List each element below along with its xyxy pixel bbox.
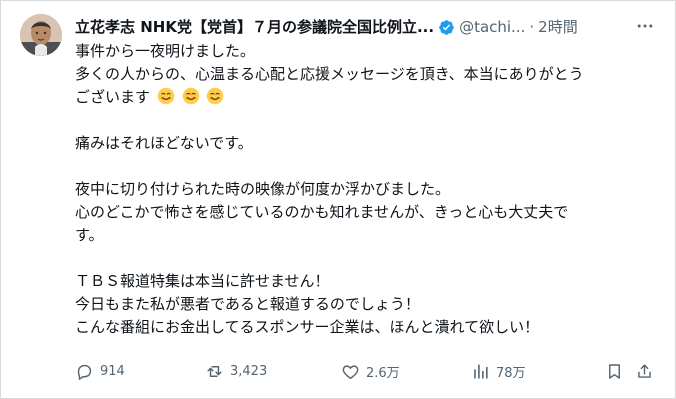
smiling-face-emoji — [157, 87, 175, 105]
tweet-header: 立花孝志 NHK党【党首】７月の参議院全国比例立... @tachi... · … — [75, 15, 665, 39]
display-name[interactable]: 立花孝志 NHK党【党首】７月の参議院全国比例立... — [75, 17, 434, 37]
tweet-line: 痛みはそれほどないです。 — [75, 134, 253, 152]
avatar[interactable] — [20, 14, 62, 56]
tweet-line: 今日もまた私が悪者であると報道するのでしょう！ — [75, 295, 420, 313]
verified-badge-icon — [439, 19, 454, 35]
smiling-face-emoji — [182, 87, 199, 105]
tweet-line: ＴＢＳ報道特集は本当に許せません！ — [75, 272, 330, 290]
tweet-line: 夜中に切り付けられた時の映像が何度か浮かびました。 — [75, 180, 451, 198]
repost-button[interactable]: 3,423 — [205, 359, 267, 383]
repost-count: 3,423 — [230, 363, 268, 379]
tweet-line: こんな番組にお金出してるスポンサー企業は、ほんと潰れて欲しい！ — [75, 318, 540, 336]
bookmark-button[interactable] — [605, 359, 624, 383]
more-button[interactable] — [633, 16, 657, 36]
smiling-face-emoji — [207, 87, 224, 105]
tweet-line: 多くの人からの、心温まる心配と応援メッセージを頂き、本当にありがとう — [75, 65, 584, 83]
bookmark-icon — [609, 363, 620, 379]
like-button[interactable]: 2.6万 — [341, 359, 400, 383]
reply-button[interactable]: 914 — [75, 359, 125, 383]
heart-icon — [342, 364, 359, 379]
reply-count: 914 — [100, 363, 125, 379]
views-chart-icon — [474, 363, 488, 379]
share-icon — [638, 363, 651, 378]
views-button[interactable]: 78万 — [471, 359, 526, 383]
tweet-text: 事件から一夜明けました。 多くの人からの、心温まる心配と応援メッセージを頂き、本… — [75, 40, 659, 339]
separator-dot: · — [529, 18, 535, 36]
tweet-line: 事件から一夜明けました。 — [75, 42, 256, 60]
reply-icon — [77, 364, 92, 380]
like-count: 2.6万 — [366, 365, 400, 381]
tweet-line-with-emojis: ございます — [75, 86, 659, 109]
tweet-card[interactable]: 立花孝志 NHK党【党首】７月の参議院全国比例立... @tachi... · … — [0, 0, 676, 399]
timestamp[interactable]: 2時間 — [538, 17, 578, 37]
share-button[interactable] — [635, 359, 654, 383]
more-icon — [637, 24, 653, 28]
tweet-line: す。 — [75, 226, 104, 244]
profile-photo — [20, 14, 62, 56]
view-count: 78万 — [496, 365, 526, 381]
handle[interactable]: @tachi... — [459, 17, 525, 37]
tweet-line: 心のどこかで怖さを感じているのかも知れませんが、きっと心も大丈夫で — [75, 203, 569, 221]
tweet-actions: 914 3,423 2.6万 78万 — [75, 359, 665, 383]
repost-icon — [207, 365, 222, 377]
tweet-line-text: ございます — [75, 88, 151, 106]
